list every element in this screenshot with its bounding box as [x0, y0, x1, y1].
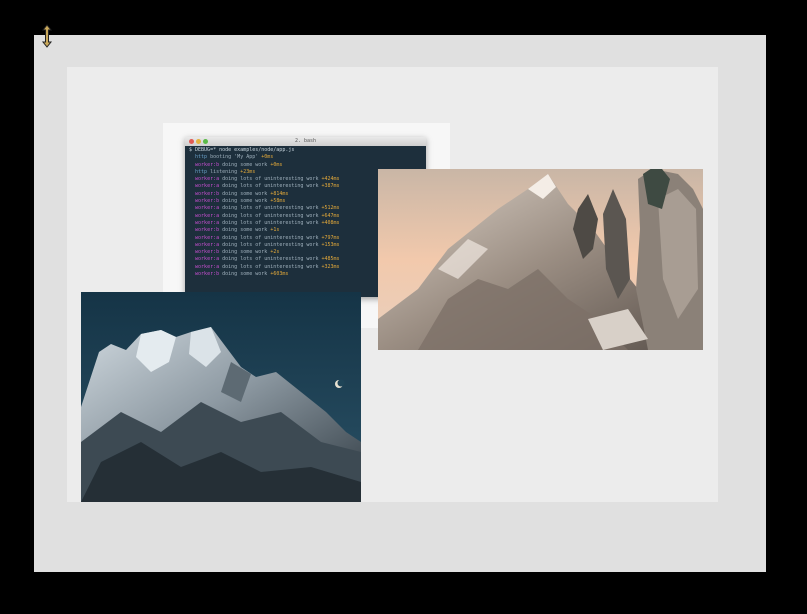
log-message: doing lots of uninteresting work	[219, 241, 322, 248]
log-namespace: worker:b	[195, 198, 220, 205]
log-time-delta: +814ms	[270, 190, 289, 197]
log-namespace: worker:a	[195, 234, 220, 241]
terminal-titlebar: 2. bash	[185, 137, 426, 146]
log-message: doing some work	[219, 227, 271, 234]
log-namespace: worker:b	[195, 271, 220, 278]
log-time-delta: +323ms	[321, 263, 340, 270]
log-time-delta: +603ms	[270, 271, 289, 278]
log-message: doing lots of uninteresting work	[219, 205, 322, 212]
log-namespace: worker:a	[195, 263, 220, 270]
log-namespace: http	[195, 154, 208, 161]
log-message: doing some work	[219, 249, 271, 256]
log-time-delta: +647ms	[321, 212, 340, 219]
log-time-delta: +387ms	[321, 183, 340, 190]
log-message: doing some work	[219, 198, 271, 205]
terminal-command: $ DEBUG=* node examples/node/app.js	[189, 147, 295, 153]
mountain-peak-with-moon-image	[81, 292, 361, 502]
log-message: doing lots of uninteresting work	[219, 183, 322, 190]
log-time-delta: +0ms	[270, 161, 283, 168]
log-time-delta: +58ms	[270, 198, 286, 205]
log-message: doing some work	[219, 161, 271, 168]
log-namespace: worker:b	[195, 227, 220, 234]
log-namespace: worker:a	[195, 256, 220, 263]
log-time-delta: +512ms	[321, 205, 340, 212]
log-namespace: worker:b	[195, 161, 220, 168]
log-message: doing some work	[219, 271, 271, 278]
log-namespace: worker:a	[195, 219, 220, 226]
terminal-title: 2. bash	[294, 138, 317, 144]
log-message: doing some work	[219, 190, 271, 197]
log-message: doing lots of uninteresting work	[219, 256, 322, 263]
log-message: doing lots of uninteresting work	[219, 263, 322, 270]
log-message: listening	[207, 168, 241, 175]
log-time-delta: +0ms	[261, 154, 274, 161]
log-time-delta: +1s	[270, 227, 280, 234]
log-namespace: worker:b	[195, 249, 220, 256]
log-namespace: http	[195, 168, 208, 175]
log-time-delta: +424ms	[321, 176, 340, 183]
log-time-delta: +23ms	[240, 168, 256, 175]
log-time-delta: +485ms	[321, 256, 340, 263]
log-namespace: worker:a	[195, 205, 220, 212]
log-namespace: worker:a	[195, 176, 220, 183]
log-namespace: worker:a	[195, 212, 220, 219]
log-message: doing lots of uninteresting work	[219, 219, 322, 226]
log-time-delta: +408ms	[321, 219, 340, 226]
log-message: doing lots of uninteresting work	[219, 212, 322, 219]
log-time-delta: +2s	[270, 249, 280, 256]
log-message: doing lots of uninteresting work	[219, 234, 322, 241]
log-namespace: worker:b	[195, 190, 220, 197]
terminal-log-line: http booting 'My App' +0ms	[189, 154, 422, 161]
terminal-log-line: worker:b doing some work +0ms	[189, 162, 422, 169]
snowy-mountain-forest-image	[378, 169, 703, 350]
log-namespace: worker:a	[195, 183, 220, 190]
log-time-delta: +797ms	[321, 234, 340, 241]
resize-vertical-cursor-icon	[41, 24, 53, 48]
log-message: booting 'My App'	[207, 154, 262, 161]
log-time-delta: +153ms	[321, 241, 340, 248]
log-message: doing lots of uninteresting work	[219, 176, 322, 183]
log-namespace: worker:a	[195, 241, 220, 248]
